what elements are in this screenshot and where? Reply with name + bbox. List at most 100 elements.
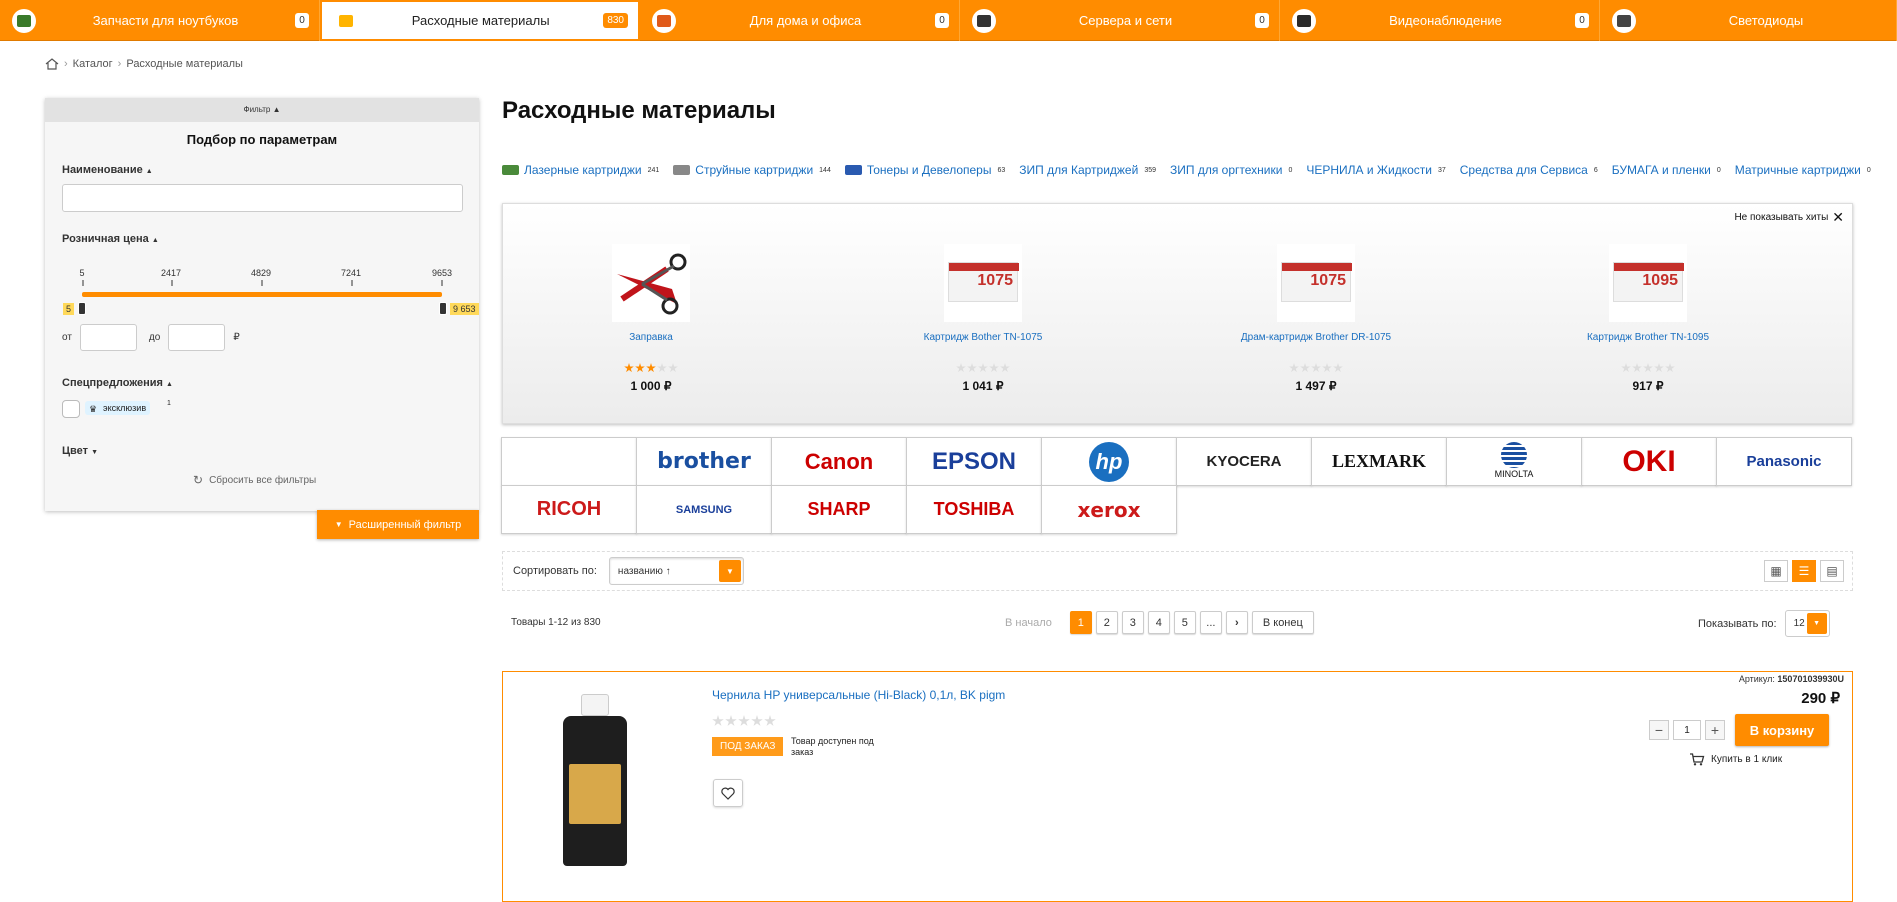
brand-logo[interactable]: SHARP [771, 485, 907, 534]
decrease-quantity-button[interactable]: − [1649, 720, 1669, 740]
reset-filters-link[interactable]: ↻ Сбросить все фильтры [193, 473, 316, 487]
price-tick: 2417 [160, 268, 182, 278]
color-filter-heading[interactable]: Цвет ▼ [62, 445, 98, 457]
brand-logo[interactable] [501, 437, 637, 486]
page-button[interactable]: 4 [1147, 611, 1170, 634]
nav-item[interactable]: Сервера и сети 0 [960, 0, 1280, 41]
nav-item[interactable]: Расходные материалы 830 [320, 0, 640, 41]
hit-image[interactable]: 1095 [1609, 244, 1687, 322]
brand-logo[interactable]: hp [1041, 437, 1177, 486]
price-from-input[interactable] [79, 324, 137, 351]
box-model-number: 1095 [1642, 272, 1678, 289]
page-button[interactable]: 2 [1095, 611, 1118, 634]
price-slider-track[interactable] [82, 292, 442, 297]
page-button[interactable]: 3 [1121, 611, 1144, 634]
subcategory-link[interactable]: Лазерные картриджи 241 [502, 163, 659, 177]
subcategory-link[interactable]: Матричные картриджи 0 [1735, 163, 1871, 177]
subcategory-link[interactable]: Тонеры и Девелоперы 63 [844, 163, 1005, 177]
quantity-input[interactable]: 1 [1673, 720, 1701, 740]
add-to-cart-button[interactable]: В корзину [1735, 714, 1829, 746]
pager-first-link[interactable]: В начало [1005, 617, 1052, 629]
hit-name-link[interactable]: Драм-картридж Brother DR-1075 [1216, 332, 1416, 343]
special-filter-heading[interactable]: Спецпредложения ▲ [62, 377, 173, 389]
page-button[interactable]: ... [1199, 611, 1222, 634]
hit-item[interactable]: 1095 Картридж Brother TN-1095 917 ₽ [1548, 244, 1748, 393]
star-icon [978, 363, 988, 373]
brand-logo[interactable]: RICOH [501, 485, 637, 534]
star-icon [1000, 363, 1010, 373]
brand-name: xerox [1077, 497, 1141, 522]
hit-name-link[interactable]: Картридж Bother TN-1075 [883, 332, 1083, 343]
hit-price: 1 000 ₽ [630, 379, 672, 393]
nav-item[interactable]: Светодиоды [1600, 0, 1897, 41]
buy-one-click-link[interactable]: Купить в 1 клик [1689, 753, 1782, 766]
hit-image[interactable] [612, 244, 690, 322]
brand-logo[interactable]: LEXMARK [1311, 437, 1447, 486]
brand-logo[interactable]: SAMSUNG [636, 485, 772, 534]
hit-item[interactable]: 1075 Картридж Bother TN-1075 1 041 ₽ [883, 244, 1083, 393]
hit-image[interactable]: 1075 [944, 244, 1022, 322]
home-icon[interactable] [45, 58, 59, 70]
brand-logo[interactable]: brother [636, 437, 772, 486]
brand-logo[interactable]: TOSHIBA [906, 485, 1042, 534]
brand-name: OKI [1622, 444, 1676, 478]
sort-select[interactable]: названию ↑ ▼ [608, 557, 744, 585]
page-button[interactable]: 1 [1069, 611, 1092, 634]
filter-toggle[interactable]: Фильтр ▲ [45, 98, 479, 122]
nav-item[interactable]: Видеонаблюдение 0 [1280, 0, 1600, 41]
exclusive-tag[interactable]: ♛ эксклюзив [85, 401, 151, 415]
brand-logo[interactable]: MINOLTA [1446, 437, 1582, 486]
increase-quantity-button[interactable]: + [1705, 720, 1725, 740]
wishlist-button[interactable] [713, 779, 743, 807]
brand-name: RICOH [536, 498, 602, 520]
box-band [1614, 263, 1684, 271]
subcategory-link[interactable]: БУМАГА и пленки 0 [1612, 163, 1721, 177]
hit-image[interactable]: 1075 [1277, 244, 1355, 322]
name-filter-input[interactable] [62, 184, 463, 212]
brand-logo[interactable]: xerox [1041, 485, 1177, 534]
subcategory-link[interactable]: ЗИП для оргтехники 0 [1170, 163, 1292, 177]
hit-name-link[interactable]: Заправка [551, 332, 751, 343]
nav-item[interactable]: Для дома и офиса 0 [640, 0, 960, 41]
subcategory-link[interactable]: ЧЕРНИЛА и Жидкости 37 [1306, 163, 1445, 177]
next-page-button[interactable]: › [1225, 611, 1248, 634]
price-max-handle[interactable] [439, 302, 447, 315]
product-name-link[interactable]: Чернила HP универсальные (Hi-Black) 0,1л… [712, 688, 1005, 702]
exclusive-checkbox[interactable] [62, 400, 80, 418]
subcategory-link[interactable]: Средства для Сервиса 6 [1460, 163, 1598, 177]
brand-logo[interactable]: Canon [771, 437, 907, 486]
brand-logo[interactable]: EPSON [906, 437, 1042, 486]
brand-logo[interactable]: KYOCERA [1176, 437, 1312, 486]
brand-name: LEXMARK [1332, 451, 1426, 471]
hide-hits-link[interactable]: Не показывать хиты ✕ [1734, 209, 1844, 226]
per-page-control: Показывать по: 12 ▼ [1698, 610, 1830, 637]
star-icon [764, 715, 776, 726]
box-band [1282, 263, 1352, 271]
table-view-icon[interactable]: ▤ [1820, 560, 1844, 582]
hit-item[interactable]: 1075 Драм-картридж Brother DR-1075 1 497 ₽ [1216, 244, 1416, 393]
price-max-label: 9 653 [450, 303, 479, 315]
grid-view-icon[interactable]: ▦ [1764, 560, 1788, 582]
list-view-icon[interactable]: ☰ [1792, 560, 1816, 582]
product-image[interactable] [555, 694, 635, 869]
hit-item[interactable]: Заправка 1 000 ₽ [551, 244, 751, 393]
breadcrumb-catalog-link[interactable]: Каталог [73, 58, 113, 70]
price-tick: 5 [79, 268, 85, 278]
sort-bar: Сортировать по: названию ↑ ▼ ▦ ☰ ▤ [502, 551, 1853, 591]
subcategory-link[interactable]: Струйные картриджи 144 [673, 163, 831, 177]
brand-logo[interactable]: OKI [1581, 437, 1717, 486]
per-page-select[interactable]: 12 ▼ [1784, 610, 1830, 637]
pager-last-link[interactable]: В конец [1251, 611, 1314, 634]
star-icon [738, 715, 750, 726]
name-filter-heading[interactable]: Наименование ▲ [62, 164, 153, 176]
hit-name-link[interactable]: Картридж Brother TN-1095 [1548, 332, 1748, 343]
price-to-input[interactable] [168, 324, 226, 351]
advanced-filter-button[interactable]: ▼ Расширенный фильтр [317, 510, 479, 539]
subcategory-link[interactable]: ЗИП для Картриджей 359 [1019, 163, 1156, 177]
price-filter-heading[interactable]: Розничная цена ▲ [62, 233, 159, 245]
page-button[interactable]: 5 [1173, 611, 1196, 634]
brand-logo[interactable]: Panasonic [1716, 437, 1852, 486]
price-min-handle[interactable] [78, 302, 86, 315]
subcategory-label: Лазерные картриджи [524, 163, 642, 177]
nav-item[interactable]: Запчасти для ноутбуков 0 [0, 0, 320, 41]
